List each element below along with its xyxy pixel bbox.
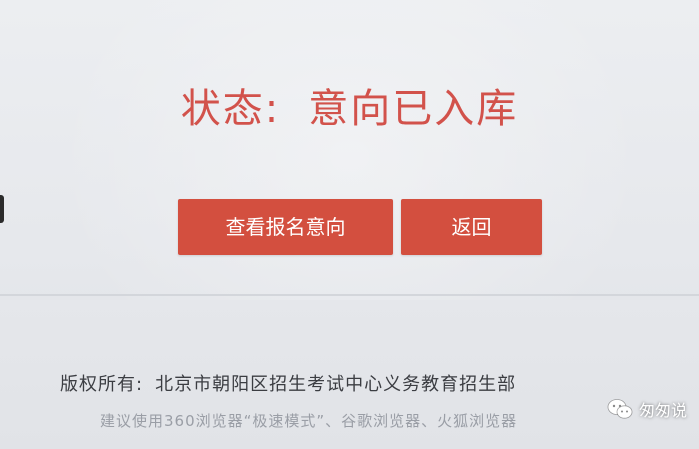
- status-label: 状态:: [180, 86, 281, 132]
- watermark-text: 匆匆说: [638, 401, 687, 420]
- copyright-owner: 北京市朝阳区招生考试中心义务教育招生部: [155, 374, 517, 395]
- copyright-label: 版权所有:: [60, 374, 144, 395]
- footer-divider: [0, 294, 699, 296]
- page-footer: 版权所有: 北京市朝阳区招生考试中心义务教育招生部 建议使用360浏览器“极速模式…: [0, 300, 699, 449]
- back-button[interactable]: 返回: [401, 199, 542, 255]
- action-buttons: 查看报名意向 返回: [178, 199, 542, 255]
- watermark: 匆匆说: [607, 397, 687, 421]
- status-panel: 状态: 意向已入库 查看报名意向 返回: [0, 0, 699, 292]
- view-application-button[interactable]: 查看报名意向: [178, 199, 393, 255]
- copyright-line: 版权所有: 北京市朝阳区招生考试中心义务教育招生部: [60, 370, 516, 396]
- browser-recommendation: 建议使用360浏览器“极速模式”、谷歌浏览器、火狐浏览器: [100, 412, 518, 430]
- wechat-icon: [607, 398, 633, 420]
- status-value: 意向已入库: [308, 86, 519, 132]
- status-line: 状态: 意向已入库: [0, 76, 699, 134]
